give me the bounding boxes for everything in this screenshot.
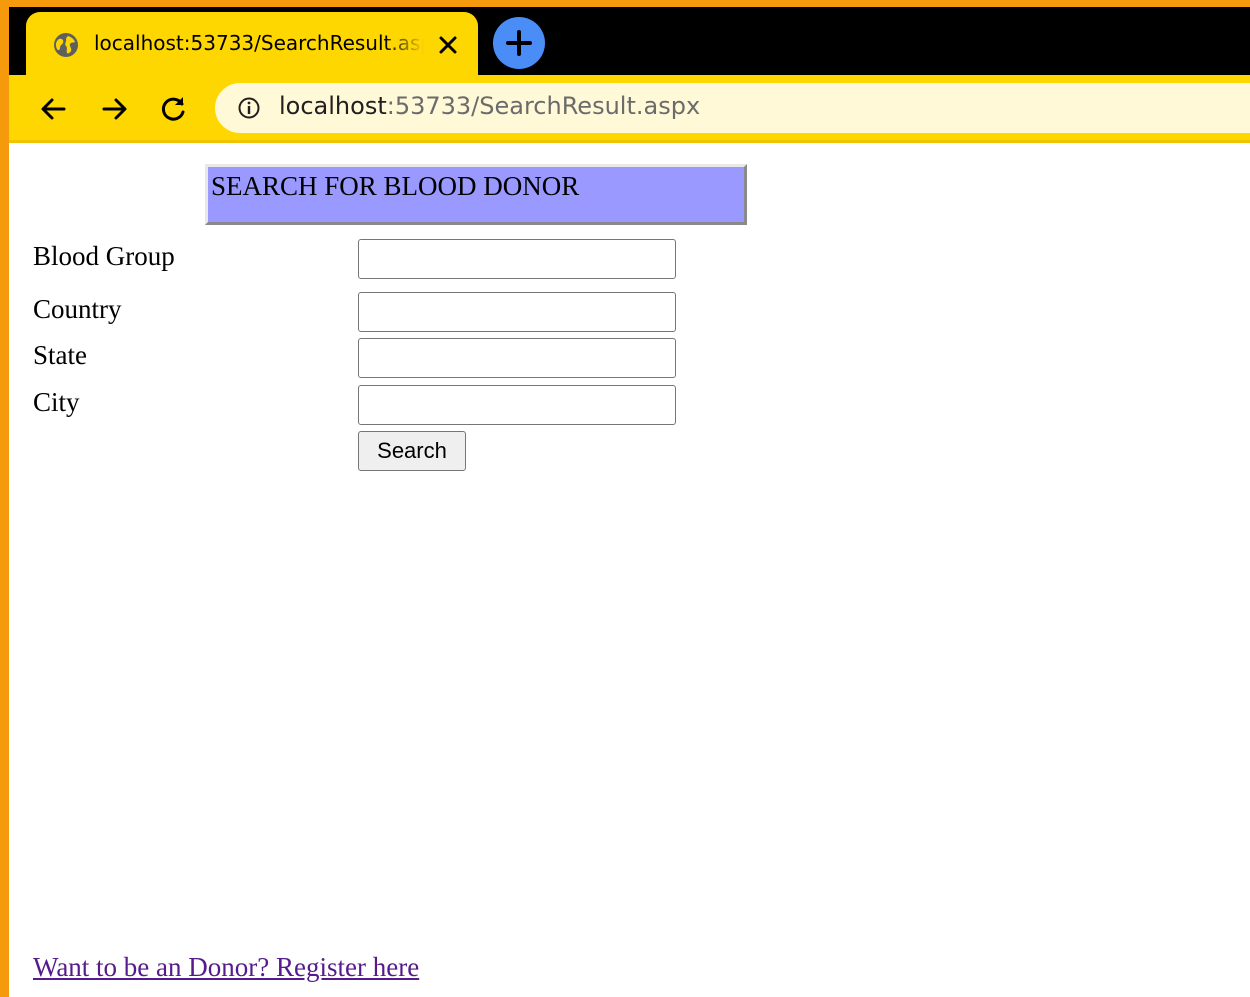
state-input[interactable] [358,338,676,378]
back-arrow-icon[interactable] [39,94,69,124]
address-url: localhost:53733/SearchResult.aspx [279,92,700,120]
plus-icon [506,30,532,56]
forward-arrow-icon[interactable] [99,94,129,124]
blood-group-input[interactable] [358,239,676,279]
address-path: :53733/SearchResult.aspx [386,92,701,120]
browser-toolbar: localhost:53733/SearchResult.aspx [9,75,1250,143]
city-label: City [33,387,80,417]
page-content: SEARCH FOR BLOOD DONOR Blood Group Count… [9,143,1250,997]
search-button[interactable]: Search [358,431,466,471]
address-bar[interactable]: localhost:53733/SearchResult.aspx [215,83,1250,133]
close-icon[interactable] [436,33,460,57]
city-input[interactable] [358,385,676,425]
tab-title: localhost:53733/SearchResult.aspx [94,31,424,55]
address-host: localhost [279,92,387,120]
browser-window: localhost:53733/SearchResult.aspx localh… [0,0,1250,997]
country-input[interactable] [358,292,676,332]
country-label: Country [33,294,122,324]
new-tab-button[interactable] [493,17,545,69]
active-tab[interactable]: localhost:53733/SearchResult.aspx [26,12,478,75]
blood-group-label: Blood Group [33,241,175,271]
register-link[interactable]: Want to be an Donor? Register here [33,952,419,983]
tab-strip: localhost:53733/SearchResult.aspx [9,7,1250,75]
reload-icon[interactable] [159,94,189,124]
globe-icon [54,33,78,57]
info-icon[interactable] [237,96,261,120]
page-title: SEARCH FOR BLOOD DONOR [211,171,580,201]
state-label: State [33,340,87,370]
page-heading-box: SEARCH FOR BLOOD DONOR [205,164,747,225]
